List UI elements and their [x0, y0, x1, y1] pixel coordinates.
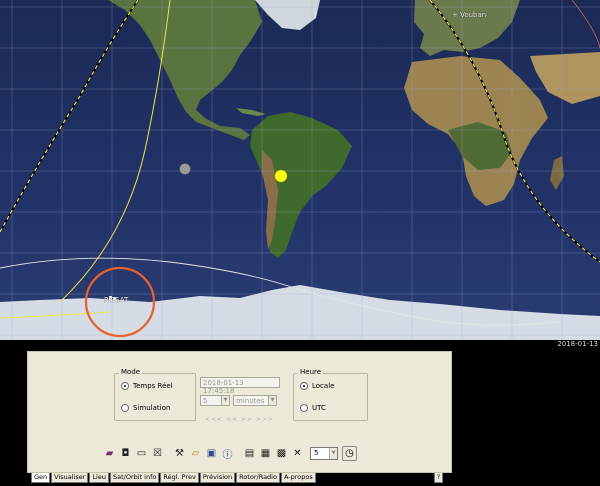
world-map[interactable] [0, 0, 600, 340]
tab-prevision[interactable]: Prévision [199, 473, 236, 483]
chevron-down-icon[interactable]: ▼ [329, 447, 337, 459]
mode-option-temps-reel[interactable]: Temps Réel [121, 382, 173, 390]
simulation-datetime-field[interactable]: 2018-01-13 17:45:18 [200, 377, 280, 395]
clock-icon[interactable]: ◷ [342, 445, 357, 461]
heure-legend: Heure [298, 368, 324, 376]
grid-option-3-icon[interactable]: ▩ [274, 446, 289, 461]
tab-a-propos[interactable]: A-propos [280, 473, 316, 483]
heure-option-utc[interactable]: UTC [300, 404, 326, 412]
zoom-select[interactable]: 5 ▼ [310, 446, 338, 460]
map-date-corner: 2018-01-13 [557, 340, 598, 348]
sun-icon[interactable] [275, 170, 287, 182]
simulation-nav-buttons[interactable]: <<< << >> >>> [205, 416, 274, 423]
simulation-radio[interactable] [121, 404, 129, 412]
chevron-down-icon[interactable]: ▼ [221, 396, 229, 405]
heure-option-locale[interactable]: Locale [300, 382, 334, 390]
tab-sat-orbit-info[interactable]: Sat/Orbit info [109, 473, 160, 483]
control-panel: Mode Temps Réel Simulation 2018-01-13 17… [27, 351, 452, 473]
mode-legend: Mode [119, 368, 143, 376]
camera-icon[interactable]: ◘ [118, 446, 133, 461]
temps-reel-radio[interactable] [121, 382, 129, 390]
book-icon[interactable]: ▰ [102, 446, 117, 461]
simulation-label: Simulation [133, 404, 171, 412]
grid-option-2-icon[interactable]: ▦ [258, 446, 273, 461]
heure-group: Heure Locale UTC [293, 368, 368, 421]
grid-option-1-icon[interactable]: ▤ [242, 446, 257, 461]
chevron-down-icon[interactable]: ▼ [268, 396, 276, 405]
toolbar: ▰ ◘ ▭ ☒ ⚒ ▱ ▣ ⓘ ▤ ▦ ▩ ✕ 5 ▼ ◷ [102, 445, 357, 461]
help-button[interactable]: ? [434, 473, 443, 483]
simulation-step-select[interactable]: 5 ▼ [200, 395, 230, 406]
tab-regl-prev[interactable]: Régl. Prev [160, 473, 199, 483]
simulation-step-value: 5 [203, 397, 208, 405]
simulation-unit-value: minutes [236, 397, 265, 405]
tab-visualiser[interactable]: Visualiser [51, 473, 89, 483]
utc-label: UTC [312, 404, 326, 412]
tab-lieu[interactable]: Lieu [89, 473, 109, 483]
zoom-value: 5 [314, 448, 319, 457]
tab-gen[interactable]: Gen [31, 473, 51, 483]
tab-strip: Gen Visualiser Lieu Sat/Orbit info Régl.… [31, 473, 317, 483]
app-root: + Vouban PICSAT 2018-01-13 Mode Temps Ré… [0, 0, 600, 486]
city-label: + Vouban [452, 11, 487, 19]
close-window-icon[interactable]: ☒ [150, 446, 165, 461]
temps-reel-label: Temps Réel [133, 382, 173, 390]
info-icon[interactable]: ⓘ [220, 446, 235, 461]
fullscreen-icon[interactable]: ✕ [290, 446, 305, 461]
mode-group: Mode Temps Réel Simulation [114, 368, 196, 421]
simulation-unit-select[interactable]: minutes ▼ [233, 395, 277, 406]
locale-label: Locale [312, 382, 335, 390]
mode-option-simulation[interactable]: Simulation [121, 404, 170, 412]
moon-icon[interactable] [179, 163, 191, 175]
tools-icon[interactable]: ⚒ [172, 446, 187, 461]
utc-radio[interactable] [300, 404, 308, 412]
open-folder-icon[interactable]: ▱ [188, 446, 203, 461]
satellite-label[interactable]: PICSAT [104, 296, 128, 304]
locale-radio[interactable] [300, 382, 308, 390]
minimize-icon[interactable]: ▭ [134, 446, 149, 461]
save-icon[interactable]: ▣ [204, 446, 219, 461]
tab-rotor-radio[interactable]: Rotor/Radio [236, 473, 280, 483]
